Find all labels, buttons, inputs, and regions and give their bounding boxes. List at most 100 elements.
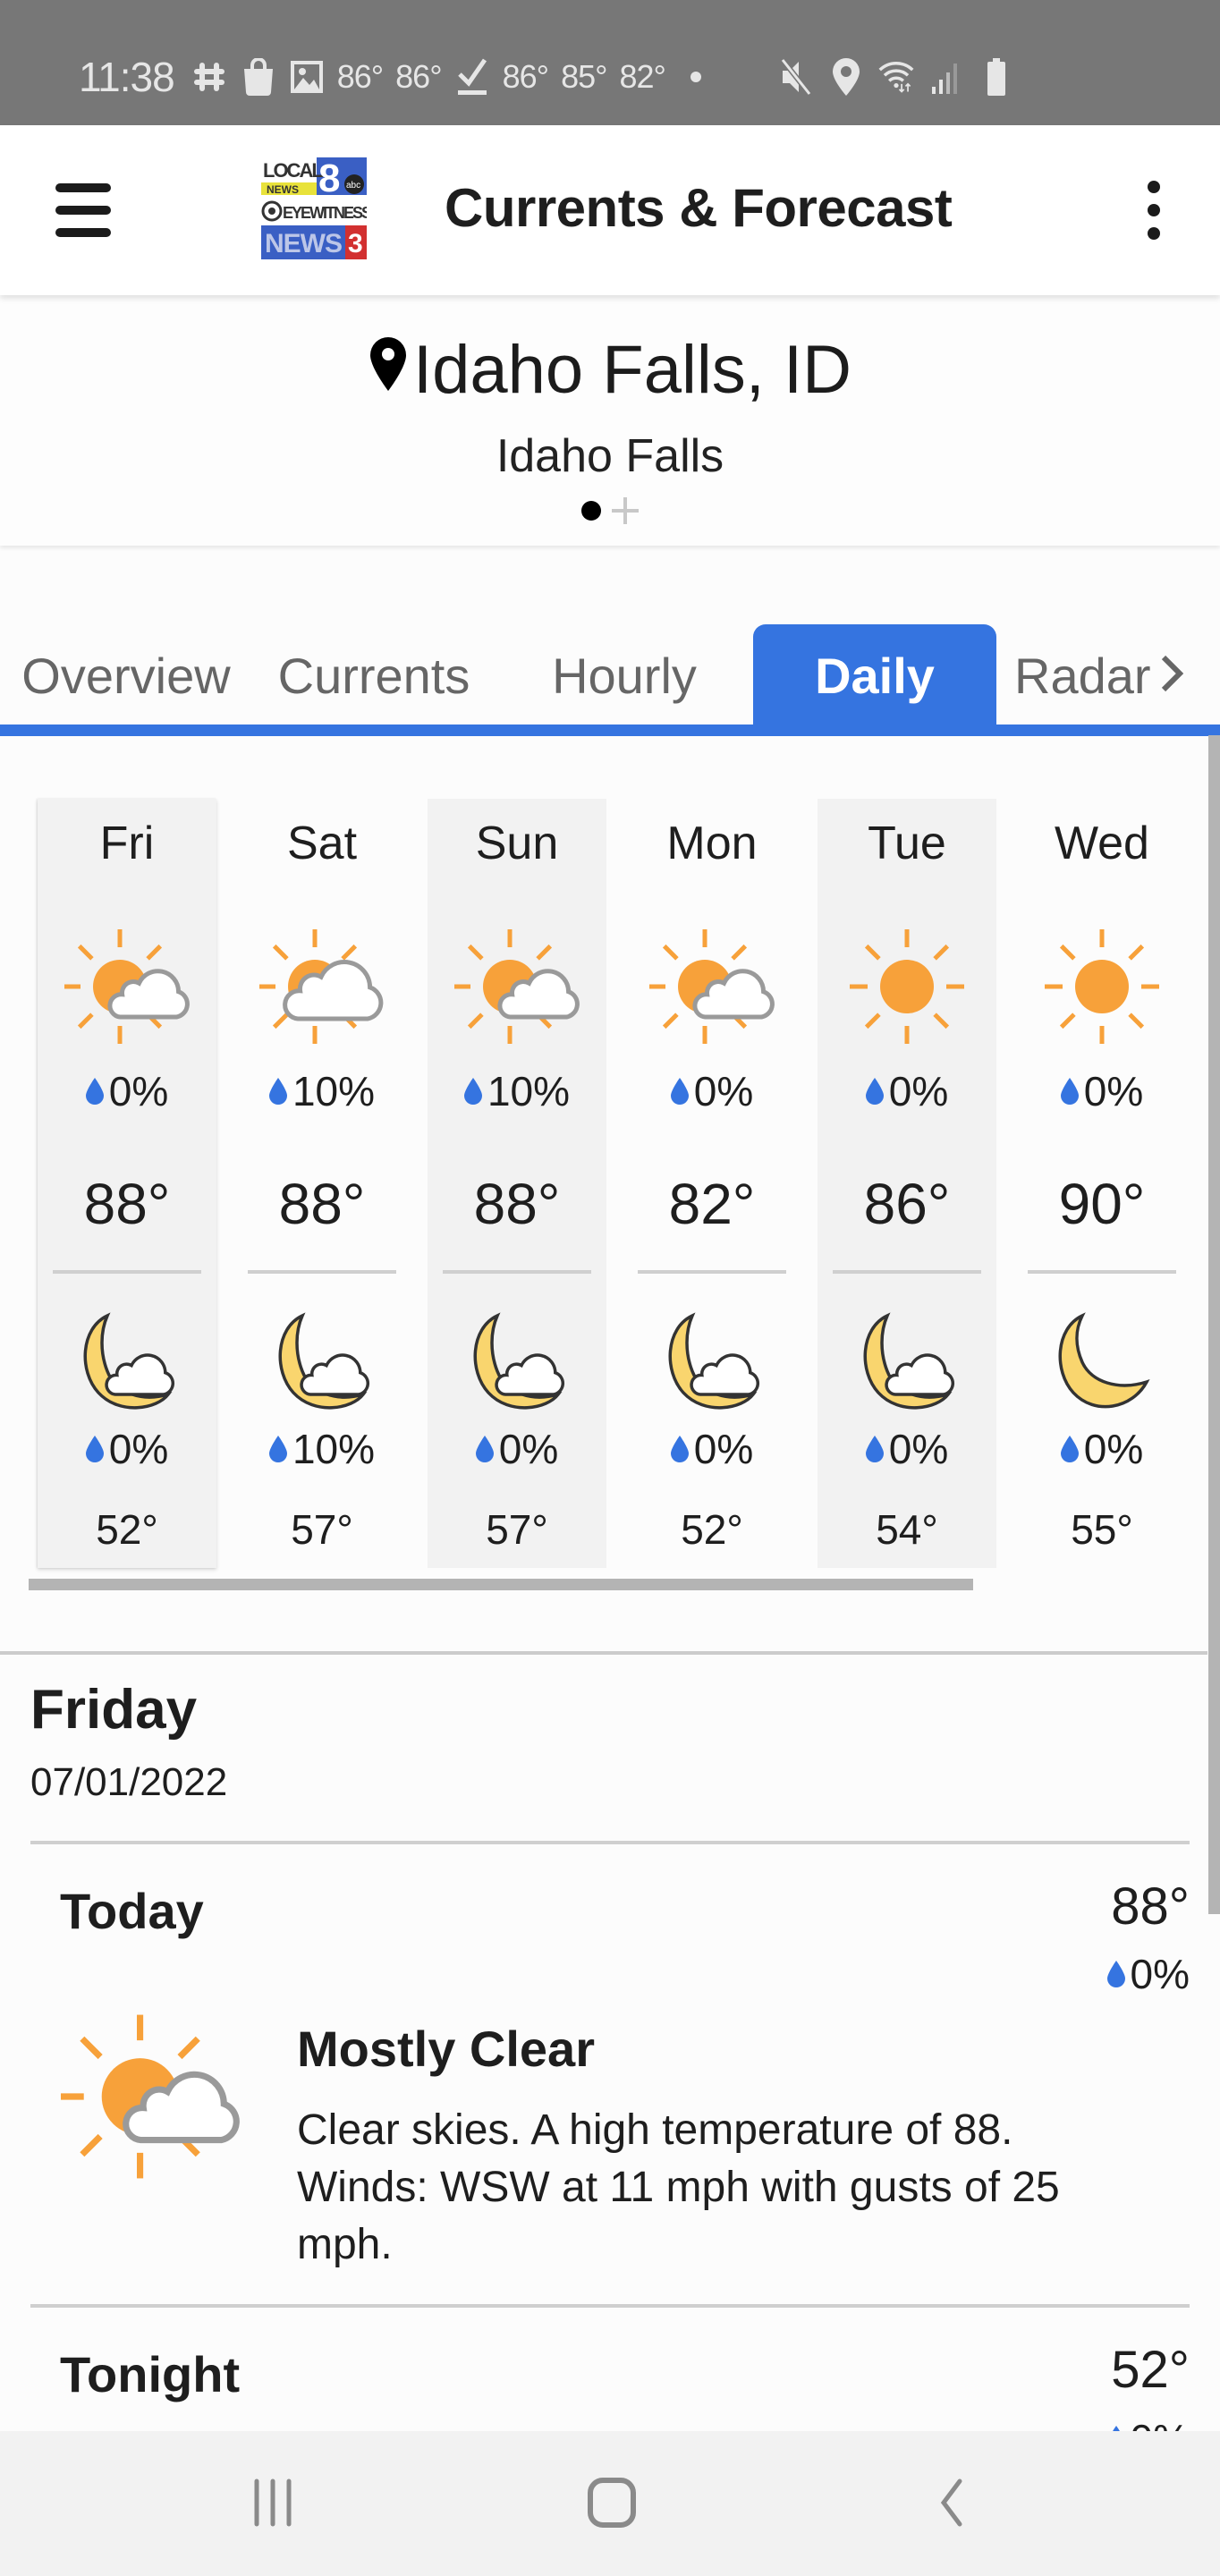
high-temp: 88° — [473, 1172, 561, 1236]
back-button[interactable] — [934, 2476, 970, 2529]
svg-text:abc: abc — [346, 181, 360, 191]
day-precip: 0% — [818, 1067, 996, 1115]
app-title: Currents & Forecast — [445, 178, 953, 238]
location-pin-icon — [369, 331, 408, 409]
partly-cloudy-night-icon — [72, 1309, 182, 1419]
svg-text:LOCAL: LOCAL — [263, 159, 323, 182]
recents-button[interactable] — [241, 2476, 304, 2529]
add-location-icon[interactable] — [612, 497, 639, 524]
low-temp: 57° — [291, 1506, 353, 1553]
svg-text:NEWS: NEWS — [267, 183, 299, 196]
day-precip-value: 0% — [108, 1068, 169, 1114]
location-name: Idaho Falls, ID — [413, 332, 851, 408]
raindrop-icon — [85, 1436, 104, 1462]
status-bar-right — [778, 52, 1014, 102]
tab-daily[interactable]: Daily — [753, 624, 996, 726]
day-night-divider — [833, 1270, 981, 1274]
tab-overview[interactable]: Overview — [9, 624, 243, 726]
night-precip-value: 0% — [498, 1426, 559, 1472]
location-title: Idaho Falls, ID — [0, 331, 1220, 409]
partly-cloudy-night-icon — [657, 1309, 767, 1419]
page-indicator-active[interactable] — [581, 501, 601, 521]
tab-radar[interactable]: Radar — [1014, 624, 1220, 726]
day-night-divider — [638, 1270, 786, 1274]
notification-temp: 86° — [336, 58, 384, 95]
raindrop-icon — [1060, 1436, 1079, 1462]
raindrop-icon — [865, 1078, 884, 1105]
high-temp: 88° — [278, 1172, 366, 1236]
daily-forecast-strip[interactable]: Fri 0% 88° 0% 52° Sat 10% 88° 10% 57° Su… — [0, 736, 1199, 1595]
status-bar-left: 11:38 86° 86° 86° 85° 82° — [79, 52, 714, 102]
raindrop-icon — [268, 1436, 287, 1462]
day-column-sun[interactable]: Sun 10% 88° 0% 57° — [428, 799, 606, 1568]
day-name: Fri — [99, 818, 155, 869]
battery-icon — [979, 57, 1014, 97]
signal-icon — [928, 57, 964, 97]
horizontal-scrollbar[interactable] — [29, 1579, 973, 1590]
section-divider — [0, 1651, 1207, 1655]
raindrop-icon — [670, 1436, 689, 1462]
day-night-divider — [1028, 1270, 1176, 1274]
day-precip: 10% — [233, 1067, 411, 1115]
tab-currents[interactable]: Currents — [265, 624, 483, 726]
day-precip-value: 10% — [487, 1068, 571, 1114]
shopping-bag-icon — [241, 57, 276, 97]
system-nav-bar — [0, 2431, 1220, 2576]
low-temp: 52° — [96, 1506, 158, 1553]
more-vert-icon-dot — [1148, 204, 1160, 216]
app-bar: LOCAL NEWS 8 abc EYEWITNESS NEWS 3 Curre… — [0, 125, 1220, 295]
hamburger-icon-line — [55, 206, 111, 215]
home-button[interactable] — [583, 2476, 640, 2529]
detail-date: 07/01/2022 — [30, 1760, 228, 1804]
day-precip: 0% — [1012, 1067, 1191, 1115]
day-column-sat[interactable]: Sat 10% 88° 10% 57° — [233, 799, 411, 1568]
partly-sunny-icon — [63, 924, 190, 1049]
day-precip-value: 10% — [292, 1068, 376, 1114]
partly-cloudy-night-icon — [851, 1309, 962, 1419]
location-subtitle: Idaho Falls — [496, 430, 724, 482]
notification-temp: 86° — [395, 58, 442, 95]
partly-cloudy-night-icon — [267, 1309, 377, 1419]
svg-text:NEWS: NEWS — [265, 229, 342, 258]
partly-sunny-icon — [648, 924, 775, 1049]
chevron-right-icon[interactable] — [1160, 647, 1183, 705]
partly-sunny-icon — [453, 924, 580, 1049]
day-column-tue[interactable]: Tue 0% 86° 0% 54° — [818, 799, 996, 1568]
raindrop-icon — [865, 1436, 884, 1462]
low-temp: 52° — [681, 1506, 743, 1553]
night-precip: 0% — [623, 1425, 801, 1473]
sunny-icon — [1039, 924, 1165, 1049]
partly-cloudy-night-icon — [462, 1309, 572, 1419]
day-precip: 10% — [428, 1067, 606, 1115]
location-pager — [0, 497, 1220, 524]
low-temp: 55° — [1071, 1506, 1133, 1553]
night-precip-value: 0% — [1083, 1426, 1144, 1472]
period-precip-today: 0% — [1106, 1950, 1190, 1998]
raindrop-icon — [475, 1436, 494, 1462]
partly-sunny-icon — [58, 2007, 240, 2186]
day-column-fri[interactable]: Fri 0% 88° 0% 52° — [38, 799, 216, 1568]
detail-divider — [30, 2304, 1190, 2308]
raindrop-icon — [1106, 1961, 1125, 1987]
location-icon — [828, 57, 864, 97]
period-precip-value: 0% — [1130, 1951, 1190, 1997]
night-precip: 10% — [233, 1425, 411, 1473]
night-precip: 0% — [38, 1425, 216, 1473]
low-temp: 54° — [876, 1506, 938, 1553]
day-precip-value: 0% — [1083, 1068, 1144, 1114]
location-card[interactable]: Idaho Falls, ID Idaho Falls — [0, 299, 1220, 546]
vertical-scrollbar[interactable] — [1208, 735, 1220, 1914]
download-done-icon — [454, 57, 490, 97]
day-column-wed[interactable]: Wed 0% 90° 0% 55° — [1012, 799, 1191, 1568]
overflow-menu-button[interactable] — [1140, 181, 1167, 240]
tab-underline — [0, 724, 1220, 736]
night-precip-value: 0% — [693, 1426, 754, 1472]
station-logo: LOCAL NEWS 8 abc EYEWITNESS NEWS 3 — [261, 157, 374, 259]
svg-text:8: 8 — [318, 157, 340, 200]
day-column-mon[interactable]: Mon 0% 82° 0% 52° — [623, 799, 801, 1568]
tab-hourly[interactable]: Hourly — [537, 624, 712, 726]
tab-radar-label: Radar — [1014, 647, 1151, 704]
detail-divider — [30, 1841, 1190, 1844]
hamburger-menu-button[interactable] — [55, 183, 111, 237]
day-name: Sun — [475, 818, 559, 869]
